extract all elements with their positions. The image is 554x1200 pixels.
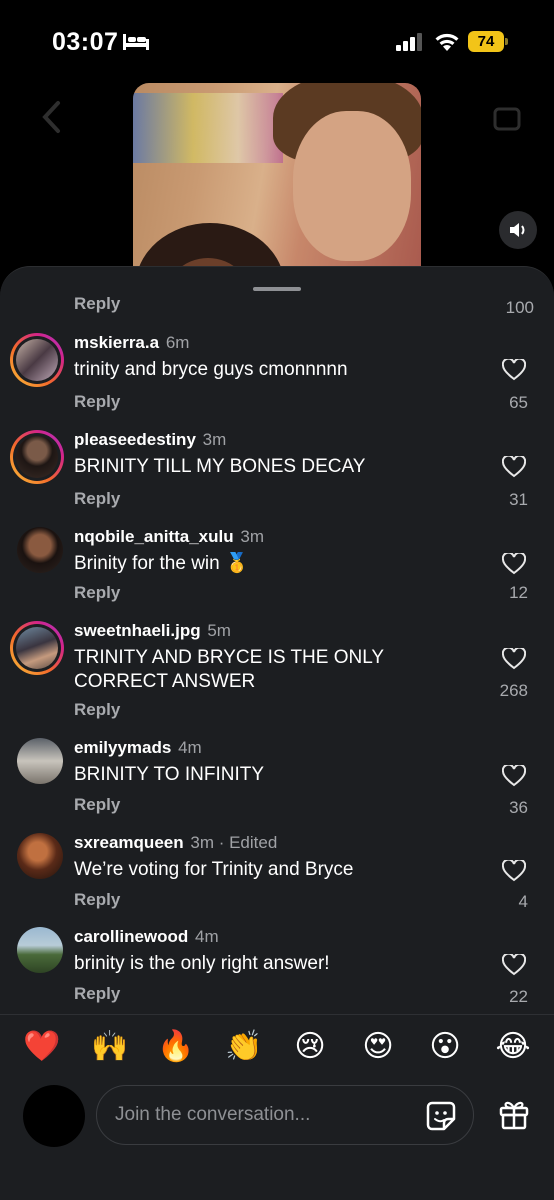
comment-username[interactable]: pleaseedestiny (74, 430, 196, 449)
avatar[interactable] (10, 621, 64, 675)
comment-username[interactable]: sweetnhaeli.jpg (74, 621, 201, 640)
comment-header: sxreamqueen 3m · Edited (74, 833, 277, 853)
partial-comment-footer: Reply 100 (74, 296, 534, 320)
reply-button[interactable]: Reply (74, 984, 120, 1004)
avatar[interactable] (10, 430, 64, 484)
heart-icon[interactable] (502, 954, 526, 976)
video-thumbnail[interactable] (133, 83, 421, 283)
avatar[interactable] (10, 333, 64, 387)
comment-time: 4m (178, 738, 202, 757)
quick-reactions-bar: ❤️ 🙌 🔥 👏 😢 😍 😮 😂 (0, 1014, 554, 1080)
comment-username[interactable]: emilyymads (74, 738, 171, 757)
comment-item: pleaseedestiny 3m BRINITY TILL MY BONES … (0, 426, 554, 516)
like-count: 12 (509, 583, 528, 602)
comment-item: sweetnhaeli.jpg 5m TRINITY AND BRYCE IS … (0, 617, 554, 729)
comment-time: 5m (207, 621, 231, 640)
sheet-grabber[interactable] (253, 287, 301, 291)
avatar[interactable] (17, 738, 63, 784)
reaction-heart[interactable]: ❤️ (23, 1029, 60, 1065)
share-icon[interactable] (492, 104, 522, 134)
comment-header: carollinewood 4m (74, 927, 219, 947)
gift-icon[interactable] (498, 1098, 530, 1130)
comment-text: brinity is the only right answer! (74, 953, 330, 974)
heart-icon[interactable] (502, 456, 526, 478)
heart-icon[interactable] (502, 765, 526, 787)
reaction-crying[interactable]: 😢 (292, 1029, 328, 1065)
comment-username[interactable]: sxreamqueen (74, 833, 184, 852)
like-count: 31 (509, 490, 528, 509)
comment-time: 4m (195, 927, 219, 946)
comment-item: nqobile_anitta_xulu 3m Brinity for the w… (0, 523, 554, 611)
comment-header: emilyymads 4m (74, 738, 202, 758)
reaction-fire[interactable]: 🔥 (157, 1029, 194, 1065)
comment-header: mskierra.a 6m (74, 333, 189, 353)
like-count: 4 (518, 892, 528, 911)
comment-input[interactable]: Join the conversation... (96, 1085, 474, 1145)
like-count: 36 (509, 798, 528, 817)
bed-icon (123, 34, 149, 50)
heart-icon[interactable] (502, 860, 526, 882)
video-person-right-face (293, 111, 411, 261)
status-time: 03:07 (52, 28, 119, 56)
heart-icon[interactable] (502, 648, 526, 670)
comment-username[interactable]: mskierra.a (74, 333, 159, 352)
reaction-laughing[interactable]: 😂 (495, 1029, 531, 1065)
like-count: 22 (509, 987, 528, 1006)
avatar[interactable] (17, 833, 63, 879)
avatar[interactable] (17, 527, 63, 573)
avatar[interactable] (17, 927, 63, 973)
comment-text: BRINITY TO INFINITY (74, 764, 265, 785)
signal-icon (396, 33, 422, 51)
reply-button[interactable]: Reply (74, 795, 120, 815)
back-icon[interactable] (40, 100, 64, 134)
comment-time: 3m · Edited (190, 833, 278, 852)
comment-username[interactable]: carollinewood (74, 927, 188, 946)
like-count: 65 (509, 393, 528, 412)
comment-header: sweetnhaeli.jpg 5m (74, 621, 231, 641)
comment-item: emilyymads 4m BRINITY TO INFINITY Reply … (0, 734, 554, 822)
reply-button[interactable]: Reply (74, 583, 120, 603)
comment-time: 3m (240, 527, 264, 546)
comment-item: sxreamqueen 3m · Edited We’re voting for… (0, 829, 554, 917)
reply-button[interactable]: Reply (74, 392, 120, 412)
reply-button[interactable]: Reply (74, 489, 120, 509)
like-count: 268 (499, 681, 528, 700)
sticker-icon[interactable] (426, 1101, 456, 1131)
reply-button[interactable]: Reply (74, 700, 120, 720)
comment-username[interactable]: nqobile_anitta_xulu (74, 527, 234, 546)
battery-indicator: 74 (468, 31, 508, 52)
comment-text: Brinity for the win 🥇 (74, 553, 249, 574)
comment-header: nqobile_anitta_xulu 3m (74, 527, 264, 547)
battery-level: 74 (468, 31, 504, 52)
comment-text: trinity and bryce guys cmonnnnn (74, 359, 348, 380)
wifi-icon (435, 33, 459, 51)
status-bar: 03:07 74 (0, 0, 554, 80)
comment-header: pleaseedestiny 3m (74, 430, 226, 450)
battery-cap (505, 38, 508, 45)
volume-icon (510, 223, 525, 237)
volume-button[interactable] (499, 211, 537, 249)
comment-text: TRINITY AND BRYCE IS THE ONLY CORRECT AN… (74, 647, 384, 692)
reaction-heart-eyes[interactable]: 😍 (360, 1029, 396, 1065)
reaction-clap[interactable]: 👏 (225, 1029, 262, 1065)
comment-item: mskierra.a 6m trinity and bryce guys cmo… (0, 329, 554, 419)
comment-time: 3m (202, 430, 227, 449)
video-backdrop-banner (133, 93, 283, 163)
like-count: 100 (505, 298, 534, 317)
reply-button[interactable]: Reply (74, 890, 120, 910)
comment-text: We’re voting for Trinity and Bryce (74, 859, 354, 880)
heart-icon[interactable] (502, 359, 526, 381)
comment-input-placeholder: Join the conversation... (115, 1104, 311, 1125)
comment-item: carollinewood 4m brinity is the only rig… (0, 923, 554, 1011)
heart-icon[interactable] (502, 553, 526, 575)
comment-text: BRINITY TILL MY BONES DECAY (74, 456, 366, 477)
reply-button[interactable]: Reply (74, 296, 120, 314)
avatar[interactable] (23, 1085, 85, 1147)
reaction-surprised[interactable]: 😮 (427, 1029, 463, 1065)
comment-time: 6m (165, 333, 190, 352)
reaction-raised-hands[interactable]: 🙌 (91, 1029, 128, 1065)
